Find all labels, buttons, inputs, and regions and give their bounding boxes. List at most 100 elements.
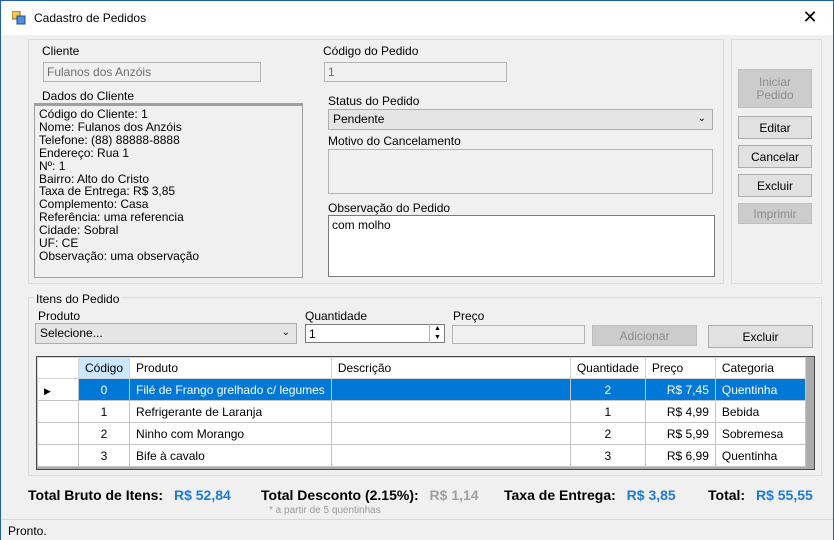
cell-description[interactable] [330,400,571,423]
current-row-arrow-icon: ▶ [44,385,51,396]
gross-total-label: Total Bruto de Itens: [28,487,164,503]
column-header-code[interactable]: Código [77,357,131,379]
cell-price[interactable]: R$ 4,99 [644,400,716,423]
row-selector[interactable] [37,400,79,423]
edit-button[interactable]: Editar [738,116,812,139]
quantity-value: 1 [309,327,316,341]
price-field[interactable] [452,325,585,344]
start-order-button[interactable]: Iniciar Pedido [738,69,812,108]
cell-description[interactable] [330,444,571,467]
row-selector[interactable]: ▶ [37,378,79,401]
cell-code[interactable]: 2 [77,422,131,445]
cell-description[interactable] [330,422,571,445]
cell-category[interactable]: Quentinha [714,444,806,467]
cell-price[interactable]: R$ 7,45 [644,378,716,401]
delete-order-button[interactable]: Excluir [738,174,812,197]
quantity-label: Quantidade [305,309,368,323]
delivery-fee: Taxa de Entrega: R$ 3,85 [504,487,676,503]
client-detail-line: Nome: Fulanos dos Anzóis [39,119,182,134]
column-header-price[interactable]: Preço [644,357,716,379]
items-grid: Código Produto Descrição Quantidade Preç… [36,356,815,470]
client-label: Cliente [42,44,80,58]
window-title: Cadastro de Pedidos [34,11,147,25]
status-label: Status do Pedido [328,94,420,108]
discount-total-value: R$ 1,14 [429,487,479,503]
title-bar: Cadastro de Pedidos ✕ [1,1,833,35]
order-code-label: Código do Pedido [323,44,419,58]
cancel-order-button[interactable]: Cancelar [738,145,812,168]
add-item-button[interactable]: Adicionar [592,325,697,346]
row-selector[interactable] [37,444,79,467]
cell-category[interactable]: Sobremesa [714,422,806,445]
row-selector[interactable] [37,422,79,445]
discount-total-label: Total Desconto (2.15%): [261,487,419,503]
cell-product[interactable]: Refrigerante de Laranja [129,400,332,423]
status-value: Pendente [333,112,385,126]
order-code-field[interactable]: 1 [324,62,507,82]
table-row[interactable]: 1 Refrigerante de Laranja 1 R$ 4,99 Bebi… [37,400,806,423]
cell-quantity[interactable]: 3 [569,444,646,467]
spin-up-icon[interactable]: ▲ [430,324,445,333]
cell-price[interactable]: R$ 5,99 [644,422,716,445]
client-details-box: Código do Cliente: 1 Nome: Fulanos dos A… [34,103,303,278]
discount-note: * a partir de 5 quentinhas [269,505,381,516]
client-field[interactable]: Fulanos dos Anzóis [43,62,261,82]
cell-quantity[interactable]: 2 [569,422,646,445]
status-dropdown[interactable]: Pendente ⌄ [328,109,713,130]
column-header-description[interactable]: Descrição [330,357,571,379]
client-detail-line: Telefone: (88) 88888-8888 [39,132,180,147]
cell-code[interactable]: 3 [77,444,131,467]
print-button[interactable]: Imprimir [738,203,812,224]
cell-product[interactable]: Filé de Frango grelhado c/ legumes [129,378,332,401]
items-table: Código Produto Descrição Quantidade Preç… [37,357,806,467]
chevron-down-icon: ⌄ [697,113,706,124]
cancel-reason-field[interactable] [328,149,713,194]
cell-category[interactable]: Quentinha [714,378,806,401]
discount-total: Total Desconto (2.15%): R$ 1,14 [261,487,479,503]
delete-item-button[interactable]: Excluir [708,325,813,348]
gross-total-value: R$ 52,84 [173,487,231,503]
status-bar: Pronto. [1,519,833,540]
delivery-fee-label: Taxa de Entrega: [504,487,616,503]
cell-product[interactable]: Ninho com Morango [129,422,332,445]
observation-field[interactable]: com molho [328,215,715,277]
app-icon [12,11,26,25]
grand-total: Total: R$ 55,55 [708,487,813,503]
client-detail-line: Endereço: Rua 1 [39,145,130,160]
column-header-category[interactable]: Categoria [714,357,806,379]
cancel-reason-label: Motivo do Cancelamento [328,134,461,148]
close-icon[interactable]: ✕ [787,1,833,34]
table-row[interactable]: 3 Bife à cavalo 3 R$ 6,99 Quentinha [37,444,806,467]
spin-down-icon[interactable]: ▼ [430,333,445,342]
client-detail-line: Nº: 1 [39,158,66,173]
product-label: Produto [38,309,81,323]
grand-total-label: Total: [708,487,746,503]
cell-description[interactable] [330,378,571,401]
table-row[interactable]: ▶ 0 Filé de Frango grelhado c/ legumes 2… [37,378,806,401]
column-header-quantity[interactable]: Quantidade [569,357,646,379]
chevron-down-icon: ⌄ [281,327,290,338]
client-detail-line: Código do Cliente: 1 [39,107,148,121]
column-header-product[interactable]: Produto [129,357,332,379]
price-label: Preço [453,309,485,323]
client-detail-line: Observação: uma observação [39,248,200,263]
cell-price[interactable]: R$ 6,99 [644,444,716,467]
product-value: Selecione... [40,326,103,340]
gross-total: Total Bruto de Itens: R$ 52,84 [28,487,231,503]
quantity-stepper[interactable]: 1 [305,324,445,343]
order-form-window: Cadastro de Pedidos ✕ Cliente Fulanos do… [0,0,834,540]
cell-category[interactable]: Bebida [714,400,806,423]
items-group-label: Itens do Pedido [34,292,122,306]
spin-buttons[interactable]: ▲ ▼ [429,324,445,343]
product-dropdown[interactable]: Selecione... ⌄ [35,323,297,344]
cell-code[interactable]: 0 [77,378,131,401]
table-row[interactable]: 2 Ninho com Morango 2 R$ 5,99 Sobremesa [37,422,806,445]
cell-product[interactable]: Bife à cavalo [129,444,332,467]
cell-code[interactable]: 1 [77,400,131,423]
cell-quantity[interactable]: 2 [569,378,646,401]
status-text: Pronto. [8,524,47,538]
cell-quantity[interactable]: 1 [569,400,646,423]
delivery-fee-value: R$ 3,85 [626,487,676,503]
client-details-label: Dados do Cliente [40,89,137,103]
observation-label: Observação do Pedido [328,201,451,215]
